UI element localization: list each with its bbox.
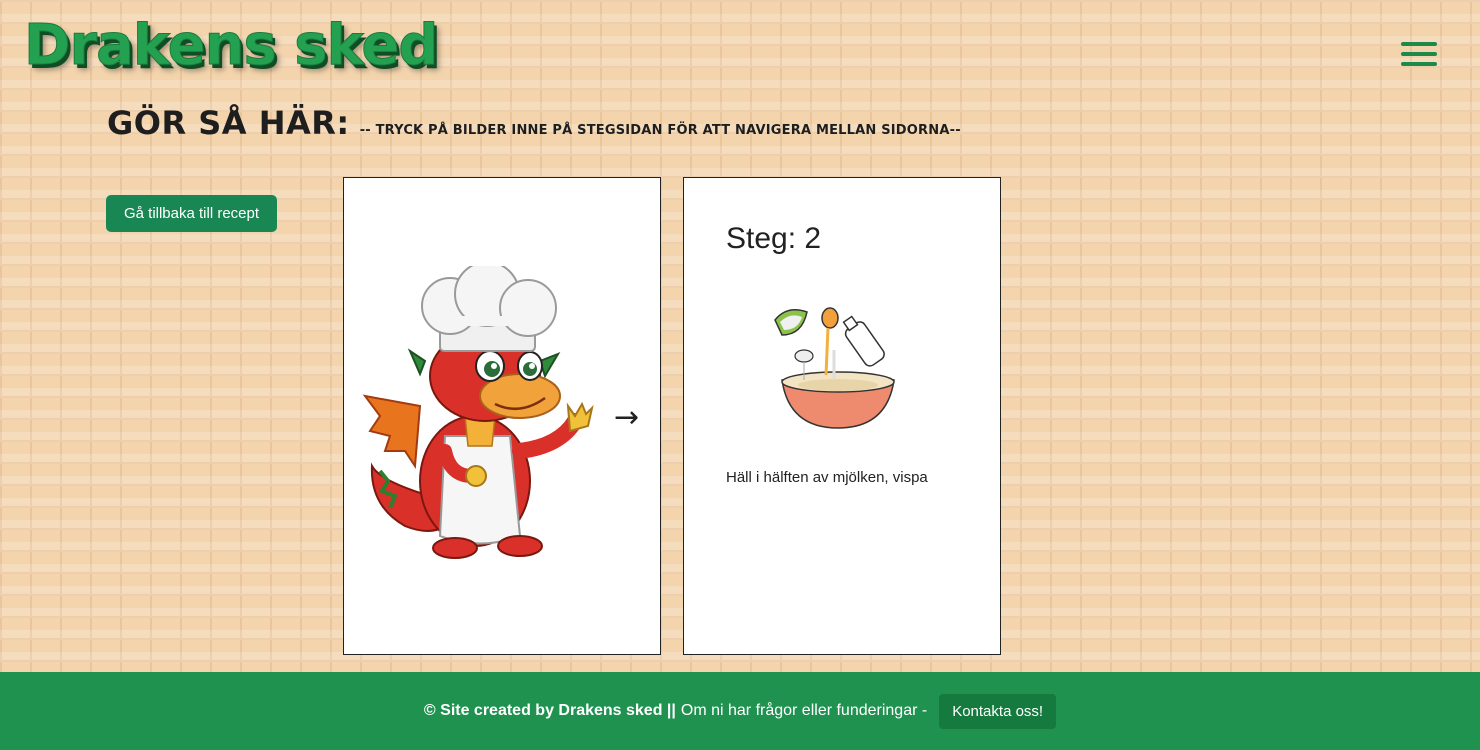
menu-line [1401,42,1437,46]
step-card-instruction: Steg: 2 Häll i hälften av mjölken, vispa [683,177,1001,655]
site-logo[interactable]: Drakens sked [23,17,438,74]
page-title: GÖR SÅ HÄR: [107,104,350,142]
page-heading-row: GÖR SÅ HÄR: -- tryck på bilder inne på s… [107,104,961,142]
contact-us-button[interactable]: Kontakta oss! [939,693,1057,729]
menu-line [1401,62,1437,66]
page-subtitle: -- tryck på bilder inne på stegsidan för… [359,123,961,138]
step-card-image: → [343,177,661,655]
chef-dragon-image[interactable] [360,266,600,566]
back-to-recipe-button[interactable]: Gå tillbaka till recept [106,195,277,232]
site-footer: © Site created by Drakens sked || Om ni … [0,672,1480,750]
mixing-bowl-pouring-milk-image[interactable] [772,300,904,430]
footer-question-text: Om ni har frågor eller funderingar - [680,702,928,719]
menu-line [1401,52,1437,56]
step-instruction-text: Häll i hälften av mjölken, vispa [726,469,928,486]
step-title: Steg: 2 [726,222,822,255]
next-step-arrow-icon[interactable]: → [614,400,639,435]
hamburger-menu-icon[interactable] [1401,42,1437,66]
footer-credit: © Site created by Drakens sked || [423,702,676,719]
